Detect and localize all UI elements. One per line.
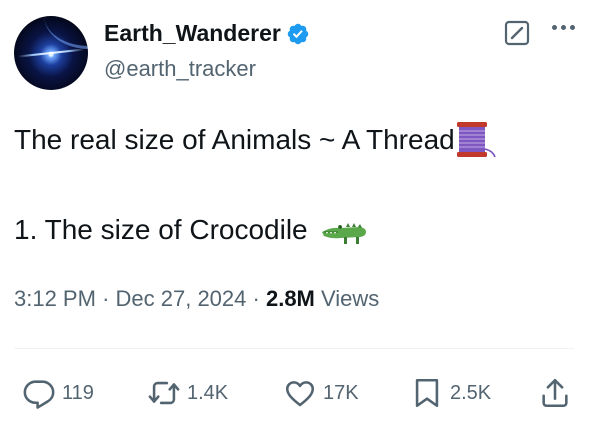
- tweet-text-line-1: The real size of Animals ~ A Thread: [14, 124, 455, 155]
- author-name-row: Earth_Wanderer: [104, 20, 310, 47]
- share-button[interactable]: [538, 375, 572, 411]
- bookmark-icon: [415, 378, 439, 408]
- divider: [14, 348, 574, 349]
- meta-separator: ·: [252, 286, 260, 311]
- repost-icon: [148, 381, 180, 405]
- spool-of-thread-emoji: [456, 122, 496, 158]
- verified-badge-icon: [287, 23, 309, 44]
- more-dot: [552, 25, 557, 30]
- tweet-line-2: 1. The size of Crocodile: [14, 212, 368, 248]
- avatar-light-streak: [18, 48, 84, 58]
- grok-icon[interactable]: [503, 19, 531, 47]
- like-button[interactable]: 17K: [283, 375, 359, 411]
- share-icon: [542, 378, 568, 408]
- tweet-time[interactable]: 3:12 PM: [14, 286, 96, 311]
- like-icon: [285, 381, 315, 407]
- avatar-planet-arc: [44, 16, 88, 49]
- meta-separator: ·: [102, 286, 110, 311]
- tweet-text-line-2: 1. The size of Crocodile: [14, 214, 308, 245]
- reply-button[interactable]: 119: [22, 375, 94, 411]
- tweet-date[interactable]: Dec 27, 2024: [116, 286, 247, 311]
- repost-count: 1.4K: [187, 381, 229, 404]
- more-icon[interactable]: [552, 25, 575, 30]
- display-name[interactable]: Earth_Wanderer: [104, 20, 281, 47]
- avatar[interactable]: [14, 16, 88, 90]
- like-count: 17K: [323, 381, 359, 404]
- more-dot: [561, 25, 566, 30]
- reply-icon: [23, 380, 55, 409]
- repost-button[interactable]: 1.4K: [147, 375, 228, 411]
- bookmark-button[interactable]: 2.5K: [410, 375, 491, 411]
- views-count: 2.8M: [265, 286, 315, 311]
- handle[interactable]: @earth_tracker: [104, 56, 256, 82]
- tweet-line-1: The real size of Animals ~ A Thread: [14, 121, 499, 159]
- views-label: Views: [321, 286, 380, 311]
- reply-count: 119: [62, 381, 94, 404]
- tweet-meta: 3:12 PM · Dec 27, 2024 · 2.8M Views: [14, 286, 379, 312]
- more-dot: [570, 25, 575, 30]
- crocodile-emoji: [321, 223, 366, 244]
- bookmark-count: 2.5K: [450, 381, 492, 404]
